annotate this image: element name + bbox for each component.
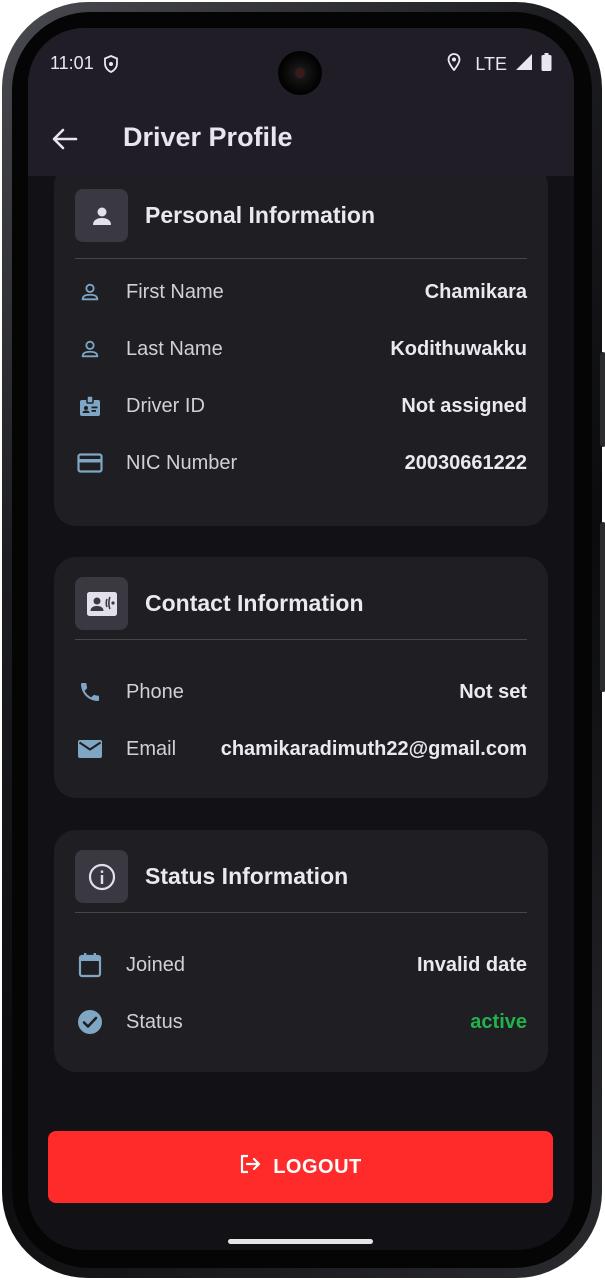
phone-icon	[77, 679, 103, 705]
badge-icon	[77, 393, 103, 419]
status-time: 11:01	[50, 53, 94, 73]
info-row-joined: Joined Invalid date	[75, 944, 527, 984]
row-label: Last Name	[126, 338, 223, 360]
person-icon	[75, 189, 128, 242]
info-row-first-name: First Name Chamikara	[75, 271, 527, 311]
row-label: First Name	[126, 281, 224, 303]
row-value: Not assigned	[401, 395, 527, 417]
arrow-left-icon	[52, 128, 78, 150]
profile-content[interactable]: Personal Information First Name Chamikar…	[28, 176, 574, 1250]
front-camera	[278, 51, 322, 95]
row-value: Chamikara	[424, 281, 527, 303]
info-row-driver-id: Driver ID Not assigned	[75, 385, 527, 425]
row-value: Kodithuwakku	[390, 338, 527, 360]
home-indicator[interactable]	[228, 1239, 373, 1244]
row-label: Email	[126, 738, 177, 760]
row-label: Status	[126, 1011, 183, 1033]
info-row-email: Email chamikaradimuth22@gmail.com	[75, 728, 527, 768]
person-outline-icon	[77, 279, 103, 305]
info-row-phone: Phone Not set	[75, 671, 527, 711]
calendar-icon	[77, 952, 103, 978]
person-outline-icon	[77, 336, 103, 362]
screen: 11:01 LTE Driver Profile Personal Inform…	[28, 28, 574, 1250]
status-bar: 11:01 LTE	[28, 28, 574, 102]
row-label: Driver ID	[126, 395, 205, 417]
row-value: Not set	[459, 681, 527, 703]
info-icon	[75, 850, 128, 903]
location-icon	[447, 53, 461, 76]
logout-icon	[239, 1154, 261, 1180]
row-label: NIC Number	[126, 452, 238, 474]
page-title: Driver Profile	[123, 122, 293, 152]
logout-button[interactable]: LOGOUT	[48, 1131, 553, 1203]
row-label: Phone	[126, 681, 184, 703]
contact-card-icon	[75, 577, 128, 630]
row-label: Joined	[126, 954, 185, 976]
card-title: Personal Information	[145, 202, 376, 228]
network-type: LTE	[475, 54, 507, 74]
info-row-status: Status active	[75, 1001, 527, 1041]
card-title: Status Information	[145, 863, 349, 889]
battery-icon	[541, 53, 552, 76]
personal-info-card: Personal Information First Name Chamikar…	[54, 176, 548, 526]
status-info-card: Status Information Joined Invalid date S…	[54, 830, 548, 1072]
volume-button	[600, 352, 605, 447]
row-value: Invalid date	[416, 954, 527, 976]
card-title: Contact Information	[145, 590, 364, 616]
row-value: chamikaradimuth22@gmail.com	[220, 738, 527, 760]
credit-card-icon	[77, 450, 103, 476]
check-circle-icon	[77, 1009, 103, 1035]
app-bar: Driver Profile	[28, 102, 574, 176]
power-button	[600, 522, 605, 692]
mail-icon	[77, 736, 103, 762]
logout-label: LOGOUT	[273, 1155, 362, 1178]
status-badge: active	[470, 1011, 527, 1033]
contact-info-card: Contact Information Phone Not set Email …	[54, 557, 548, 798]
card-header: Contact Information	[75, 557, 527, 640]
card-header: Personal Information	[75, 176, 527, 259]
card-header: Status Information	[75, 830, 527, 913]
row-value: 20030661222	[404, 452, 527, 474]
info-row-nic-number: NIC Number 20030661222	[75, 442, 527, 482]
info-row-last-name: Last Name Kodithuwakku	[75, 328, 527, 368]
back-button[interactable]	[48, 122, 82, 156]
signal-icon	[515, 53, 533, 76]
shield-icon	[103, 55, 119, 78]
